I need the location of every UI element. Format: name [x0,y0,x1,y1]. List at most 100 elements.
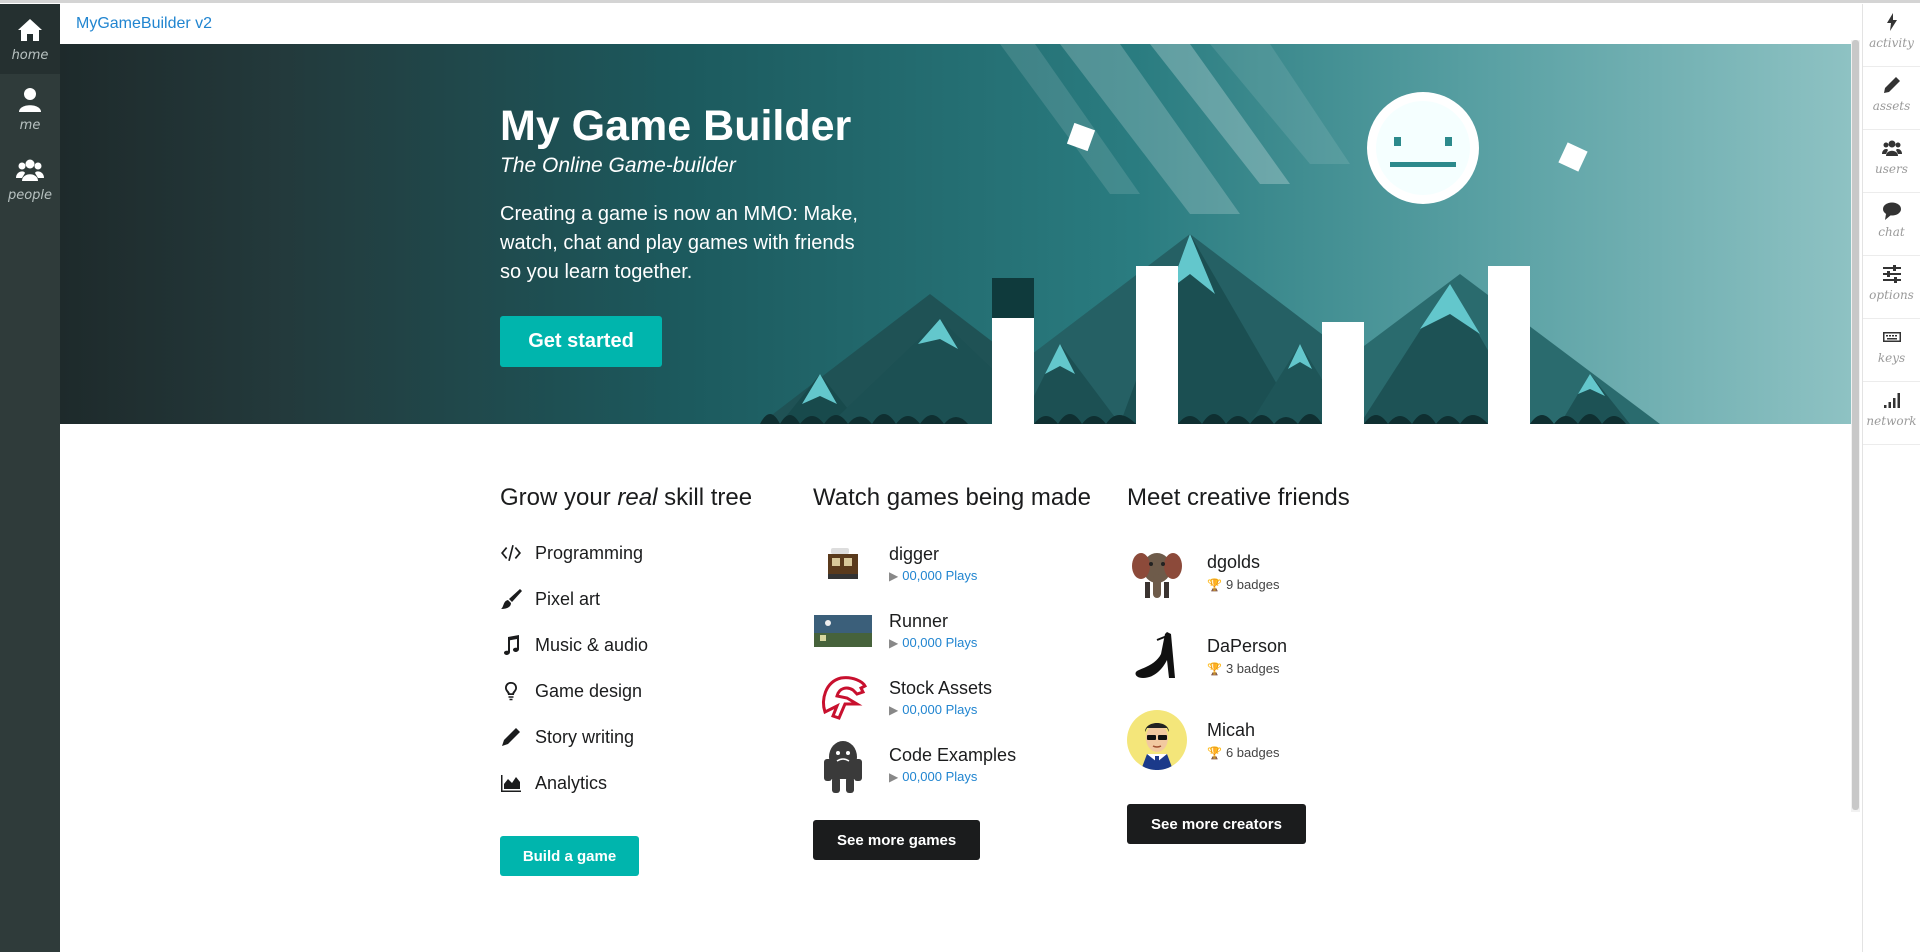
left-sidebar: home me people [0,4,60,952]
game-plays-count: 00,000 Plays [902,568,978,583]
friend-list: dgolds 🏆 9 badges DaPerson 🏆 3 badges Mica… [1127,530,1427,782]
game-plays-count: 00,000 Plays [902,635,978,650]
friend-badges: 🏆 9 badges [1207,577,1279,592]
rnav-options-label: options [1869,288,1914,302]
skill-item-game-design[interactable]: Game design [500,668,790,714]
game-plays-count: 00,000 Plays [902,702,978,717]
skill-label: Story writing [535,726,635,747]
friend-badges: 🏆 3 badges [1207,661,1287,676]
trophy-icon: 🏆 [1207,578,1222,592]
game-name: Code Examples [889,745,1017,765]
rnav-network[interactable]: network [1863,382,1920,445]
window-top-border [0,0,1920,4]
code-examples-thumb [813,739,873,793]
game-plays: ▶ 00,000 Plays [889,702,992,717]
right-sidebar: activity assets users chat options keys … [1862,4,1920,952]
friend-item-micah[interactable]: Micah 🏆 6 badges [1127,698,1427,782]
app-title-link[interactable]: MyGameBuilder v2 [76,15,212,33]
game-item-digger[interactable]: digger ▶ 00,000 Plays [813,530,1113,597]
friend-name: dgolds [1207,552,1261,572]
nav-home[interactable]: home [0,4,60,74]
skill-label: Music & audio [535,634,649,655]
game-info: Code Examples ▶ 00,000 Plays [889,745,1016,784]
paintbrush-icon [501,589,522,609]
friend-badges-count: 3 badges [1225,661,1280,676]
rnav-assets[interactable]: assets [1863,67,1920,130]
game-name: digger [889,544,940,564]
bolt-icon [1886,13,1897,31]
game-plays: ▶ 00,000 Plays [889,568,977,583]
see-more-games-button[interactable]: See more games [813,820,981,860]
skill-item-programming[interactable]: Programming [500,530,790,576]
area-chart-icon [501,775,521,792]
game-item-code-examples[interactable]: Code Examples ▶ 00,000 Plays [813,731,1113,798]
friends-section: Meet creative friends dgolds 🏆 9 badges D… [1127,484,1427,844]
home-icon [18,19,42,41]
game-info: Runner ▶ 00,000 Plays [889,611,977,650]
page-scrollbar[interactable] [1851,40,1860,812]
see-more-creators-button[interactable]: See more creators [1127,804,1306,844]
digger-thumb [813,538,873,590]
skill-label: Analytics [535,772,608,793]
rnav-users[interactable]: users [1863,130,1920,193]
skill-label: Game design [535,680,643,701]
game-item-runner[interactable]: Runner ▶ 00,000 Plays [813,597,1113,664]
game-info: Stock Assets ▶ 00,000 Plays [889,678,992,717]
games-section: Watch games being made digger ▶ 00,000 Pl… [813,484,1113,860]
code-icon [501,545,521,561]
game-name: Stock Assets [889,678,993,698]
runner-thumb [813,605,873,657]
skill-tree-section: Grow your real skill tree Programming Pi… [500,484,790,876]
friend-item-daperson[interactable]: DaPerson 🏆 3 badges [1127,614,1427,698]
game-plays: ▶ 00,000 Plays [889,635,977,650]
nav-people[interactable]: people [0,144,60,214]
trophy-icon: 🏆 [1207,662,1222,676]
rnav-users-label: users [1875,162,1908,176]
sliders-icon [1882,265,1901,283]
nav-me[interactable]: me [0,74,60,144]
friend-info: dgolds 🏆 9 badges [1207,552,1279,592]
chat-icon [1882,202,1901,220]
rnav-options[interactable]: options [1863,256,1920,319]
skill-heading-emphasis: real [617,484,658,511]
nav-people-label: people [7,188,53,203]
pencil-icon [502,728,520,746]
skill-item-analytics[interactable]: Analytics [500,760,790,806]
hero-description: Creating a game is now an MMO: Make, wat… [500,203,858,283]
game-plays-count: 00,000 Plays [902,769,978,784]
rnav-keys-label: keys [1877,351,1906,365]
nav-home-label: home [11,48,49,63]
rnav-activity-label: activity [1869,36,1914,50]
user-icon [19,88,41,112]
games-heading: Watch games being made [813,484,1091,511]
skill-label: Pixel art [535,588,601,609]
skill-heading-suffix: skill tree [657,484,753,511]
rnav-keys[interactable]: keys [1863,319,1920,382]
stock-assets-thumb [813,672,873,724]
trophy-icon: 🏆 [1207,746,1222,760]
skill-item-story-writing[interactable]: Story writing [500,714,790,760]
friend-badges-count: 9 badges [1225,577,1280,592]
skill-tree-heading: Grow your real skill tree [500,484,790,512]
game-item-stock-assets[interactable]: Stock Assets ▶ 00,000 Plays [813,664,1113,731]
build-a-game-button[interactable]: Build a game [500,836,639,876]
rnav-activity[interactable]: activity [1863,4,1920,67]
play-icon: ▶ [889,636,899,650]
hero-illustration [760,44,1660,424]
scrollbar-thumb[interactable] [1852,40,1859,810]
music-note-icon [504,635,519,655]
skill-item-pixel-art[interactable]: Pixel art [500,576,790,622]
keyboard-icon [1882,332,1901,342]
game-list: digger ▶ 00,000 Plays Runner ▶ 00,000 Play… [813,530,1113,798]
elephant-avatar [1127,542,1187,602]
friends-heading: Meet creative friends [1127,484,1350,511]
rnav-chat[interactable]: chat [1863,193,1920,256]
nav-me-label: me [19,118,41,133]
get-started-button[interactable]: Get started [500,316,662,367]
lightbulb-icon [505,682,517,701]
skill-item-music-audio[interactable]: Music & audio [500,622,790,668]
signal-icon [1883,393,1900,408]
rnav-network-label: network [1866,414,1917,428]
friend-item-dgolds[interactable]: dgolds 🏆 9 badges [1127,530,1427,614]
users-icon [16,159,44,181]
